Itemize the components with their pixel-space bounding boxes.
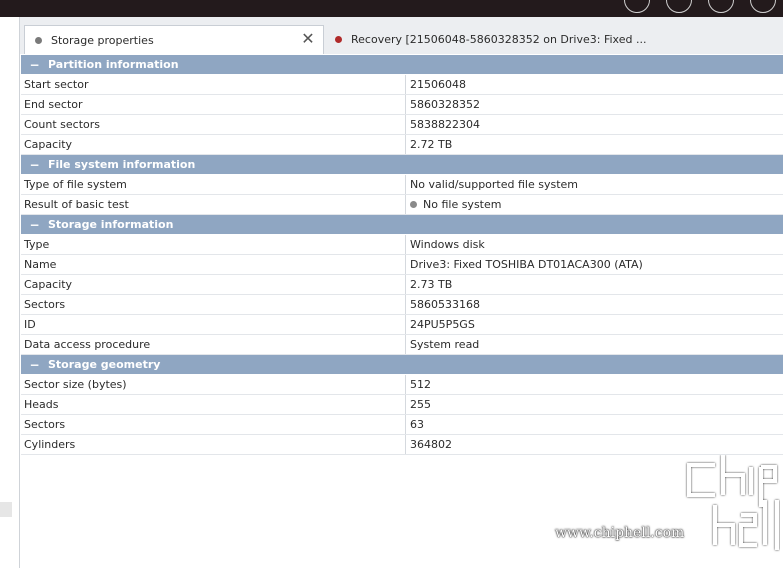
property-name: Sectors [21,415,406,434]
window-control-button[interactable] [666,0,692,13]
collapse-icon[interactable]: − [21,218,48,232]
left-panel [0,17,20,568]
property-name: End sector [21,95,406,114]
tab-recovery[interactable]: Recovery [21506048-5860328352 on Drive3:… [325,25,783,54]
property-name: Heads [21,395,406,414]
window-titlebar [0,0,783,17]
property-value: 364802 [410,438,452,451]
property-name: ID [21,315,406,334]
property-row[interactable]: Data access procedure System read [21,335,783,355]
property-name: Data access procedure [21,335,406,354]
property-row[interactable]: Start sector 21506048 [21,75,783,95]
tab-storage-properties[interactable]: Storage properties ✕ [24,25,324,54]
property-name: Capacity [21,135,406,154]
property-row[interactable]: Capacity 2.73 TB [21,275,783,295]
left-panel-scroll-marker[interactable] [0,502,12,517]
watermark-text: www.chiphell.com [555,525,685,541]
property-name: Result of basic test [21,195,406,214]
tab-status-dot [35,36,42,44]
property-name: Sectors [21,295,406,314]
property-row[interactable]: ID 24PU5P5GS [21,315,783,335]
tab-label: Recovery [21506048-5860328352 on Drive3:… [351,33,647,46]
tab-status-dot [335,36,342,43]
tab-bar: Storage properties ✕ Recovery [21506048-… [20,17,783,54]
property-row[interactable]: Capacity 2.72 TB [21,135,783,155]
property-row[interactable]: Result of basic test No file system [21,195,783,215]
section-header[interactable]: − Storage geometry [21,355,783,375]
property-row[interactable]: End sector 5860328352 [21,95,783,115]
section-title: Partition information [48,58,179,71]
status-dot-icon [410,201,417,208]
property-row[interactable]: Type of file system No valid/supported fi… [21,175,783,195]
property-value: System read [410,338,480,351]
property-value: Drive3: Fixed TOSHIBA DT01ACA300 (ATA) [410,258,643,271]
property-value-text: No file system [423,198,502,211]
section-title: Storage geometry [48,358,161,371]
property-name: Name [21,255,406,274]
watermark: www.chiphell.com [555,455,780,555]
property-value: Windows disk [410,238,485,251]
close-icon[interactable]: ✕ [301,31,315,47]
section-header[interactable]: − File system information [21,155,783,175]
section-header[interactable]: − Partition information [21,55,783,75]
property-value: 512 [410,378,431,391]
property-row[interactable]: Cylinders 364802 [21,435,783,455]
property-name: Cylinders [21,435,406,454]
property-value: 2.72 TB [410,138,453,151]
property-value: 5838822304 [410,118,480,131]
property-name: Capacity [21,275,406,294]
property-name: Type of file system [21,175,406,194]
property-value: 5860533168 [410,298,480,311]
property-row[interactable]: Heads 255 [21,395,783,415]
property-name: Sector size (bytes) [21,375,406,394]
property-value: 63 [410,418,424,431]
property-value: 21506048 [410,78,466,91]
property-value: 2.73 TB [410,278,453,291]
properties-grid: − Partition information Start sector 215060… [21,55,783,455]
property-row[interactable]: Name Drive3: Fixed TOSHIBA DT01ACA300 (AT… [21,255,783,275]
window-control-button[interactable] [708,0,734,13]
property-name: Start sector [21,75,406,94]
section-title: Storage information [48,218,174,231]
property-row[interactable]: Type Windows disk [21,235,783,255]
collapse-icon[interactable]: − [21,158,48,172]
collapse-icon[interactable]: − [21,358,48,372]
section-title: File system information [48,158,196,171]
property-row[interactable]: Count sectors 5838822304 [21,115,783,135]
window-control-button[interactable] [750,0,776,13]
property-row[interactable]: Sectors 63 [21,415,783,435]
property-name: Type [21,235,406,254]
collapse-icon[interactable]: − [21,58,48,72]
property-value: No valid/supported file system [410,178,579,191]
window-control-button[interactable] [624,0,650,13]
property-row[interactable]: Sectors 5860533168 [21,295,783,315]
property-value: 255 [410,398,431,411]
property-name: Count sectors [21,115,406,134]
property-row[interactable]: Sector size (bytes) 512 [21,375,783,395]
property-value: 24PU5P5GS [410,318,475,331]
property-value: No file system [406,195,501,214]
tab-label: Storage properties [51,33,154,47]
section-header[interactable]: − Storage information [21,215,783,235]
property-value: 5860328352 [410,98,480,111]
